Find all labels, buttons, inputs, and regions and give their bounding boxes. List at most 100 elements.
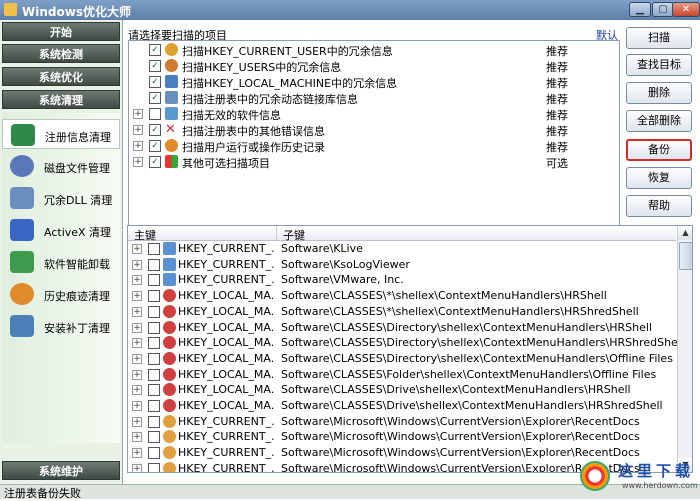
- expand-toggle[interactable]: +: [132, 338, 142, 349]
- table-row[interactable]: + HKEY_LOCAL_MA... Software\CLASSES\*\shel…: [128, 288, 676, 304]
- table-row[interactable]: + HKEY_LOCAL_MA... Software\CLASSES\Direct…: [128, 335, 684, 351]
- subnav-activex-clean[interactable]: ActiveX 清理: [2, 215, 120, 245]
- scroll-up-icon[interactable]: ▲: [678, 226, 692, 240]
- checkbox[interactable]: ✓: [149, 124, 161, 136]
- row-checkbox[interactable]: [148, 400, 160, 412]
- table-row[interactable]: + HKEY_LOCAL_MA... Software\CLASSES\Drive\…: [128, 398, 676, 414]
- scan-item[interactable]: + ✓ 扫描用户运行或操作历史记录 推荐: [129, 138, 619, 154]
- row-key: HKEY_CURRENT_...: [178, 461, 275, 473]
- checkbox[interactable]: ✓: [149, 156, 161, 168]
- checkbox[interactable]: ✓: [149, 60, 161, 72]
- backup-button[interactable]: 备份: [626, 139, 692, 161]
- scan-item[interactable]: + ✓ 其他可选扫描项目 可选: [129, 154, 619, 170]
- subnav-patch-clean[interactable]: 安装补丁清理: [2, 311, 120, 341]
- window-title: Windows优化大师: [22, 5, 131, 19]
- subnav-dll-clean[interactable]: 冗余DLL 清理: [2, 183, 120, 213]
- table-row[interactable]: + HKEY_CURRENT_... Software\VMware, Inc.: [128, 272, 676, 288]
- vertical-scrollbar[interactable]: ▲ ▼: [677, 226, 692, 472]
- scan-button[interactable]: 扫描: [626, 27, 692, 49]
- checkbox[interactable]: ✓: [149, 76, 161, 88]
- watermark-text: 这里下载: [618, 462, 695, 480]
- expand-toggle[interactable]: +: [132, 432, 142, 443]
- users-icon: [165, 59, 178, 72]
- row-subkey: Software\CLASSES\Directory\shellex\Conte…: [281, 320, 652, 334]
- scan-item[interactable]: ✓ 扫描HKEY_LOCAL_MACHINE中的冗余信息 推荐: [129, 74, 619, 90]
- minimize-button[interactable]: ▁: [629, 2, 651, 17]
- table-row[interactable]: + HKEY_LOCAL_MA... Software\CLASSES\Direct…: [128, 351, 676, 367]
- row-checkbox[interactable]: [148, 352, 160, 365]
- row-checkbox[interactable]: [148, 258, 160, 271]
- table-row[interactable]: + HKEY_CURRENT_... Software\KsoLogViewer: [128, 257, 676, 273]
- nav-system-optimize[interactable]: 系统优化: [2, 67, 120, 86]
- row-checkbox[interactable]: [148, 305, 160, 318]
- close-button[interactable]: ✕: [672, 2, 700, 17]
- row-key: HKEY_CURRENT_...: [178, 257, 275, 271]
- delete-button[interactable]: 删除: [626, 82, 692, 104]
- nav-system-clean[interactable]: 系统清理: [2, 90, 120, 109]
- column-divider[interactable]: [276, 226, 277, 240]
- help-button[interactable]: 帮助: [626, 195, 692, 217]
- row-key: HKEY_CURRENT_...: [178, 430, 275, 444]
- table-row[interactable]: + HKEY_LOCAL_MA... Software\CLASSES\Direct…: [128, 320, 676, 336]
- row-checkbox[interactable]: [148, 274, 160, 287]
- checkbox[interactable]: [149, 108, 161, 120]
- scan-item[interactable]: ✓ 扫描HKEY_CURRENT_USER中的冗余信息 推荐: [129, 42, 619, 58]
- expand-toggle[interactable]: +: [133, 157, 143, 167]
- expand-toggle[interactable]: +: [132, 385, 142, 396]
- row-checkbox[interactable]: [148, 462, 160, 472]
- row-checkbox[interactable]: [148, 290, 160, 303]
- scan-item[interactable]: ✓ 扫描HKEY_USERS中的冗余信息 推荐: [129, 58, 619, 74]
- subnav-registry-clean[interactable]: 注册信息清理: [2, 119, 120, 149]
- nav-system-maintain[interactable]: 系统维护: [2, 461, 120, 480]
- row-checkbox[interactable]: [148, 447, 160, 460]
- table-row[interactable]: + HKEY_CURRENT_... Software\Microsoft\Wind…: [128, 414, 676, 430]
- disk-icon: [10, 155, 34, 177]
- scroll-thumb[interactable]: [679, 242, 692, 270]
- scan-item[interactable]: ✓ 扫描注册表中的冗余动态链接库信息 推荐: [129, 90, 619, 106]
- row-checkbox[interactable]: [148, 431, 160, 444]
- scan-item-list: ✓ 扫描HKEY_CURRENT_USER中的冗余信息 推荐 ✓ 扫描HKEY_…: [128, 40, 620, 235]
- row-checkbox[interactable]: [148, 321, 160, 334]
- expand-toggle[interactable]: +: [132, 463, 142, 472]
- checkbox[interactable]: ✓: [149, 140, 161, 152]
- scan-item[interactable]: + 扫描无效的软件信息 推荐: [129, 106, 619, 122]
- expand-toggle[interactable]: +: [132, 322, 142, 333]
- row-key: HKEY_CURRENT_...: [178, 273, 275, 287]
- table-row[interactable]: + HKEY_CURRENT_... Software\KLive: [128, 241, 676, 257]
- checkbox[interactable]: ✓: [149, 92, 161, 104]
- table-row[interactable]: + HKEY_LOCAL_MA... Software\CLASSES\Folder…: [128, 367, 676, 383]
- row-checkbox[interactable]: [148, 415, 160, 428]
- expand-toggle[interactable]: +: [132, 259, 142, 270]
- expand-toggle[interactable]: +: [132, 353, 142, 364]
- expand-toggle[interactable]: +: [132, 275, 142, 286]
- expand-toggle[interactable]: +: [133, 125, 143, 135]
- delete-all-button[interactable]: 全部删除: [626, 110, 692, 132]
- table-row[interactable]: + HKEY_LOCAL_MA... Software\CLASSES\*\shel…: [128, 304, 676, 320]
- find-target-button[interactable]: 查找目标: [626, 54, 692, 76]
- table-row[interactable]: + HKEY_CURRENT_... Software\Microsoft\Wind…: [128, 429, 676, 445]
- row-checkbox[interactable]: [148, 368, 160, 381]
- scan-item[interactable]: + ✓ ✕ 扫描注册表中的其他错误信息 推荐: [129, 122, 619, 138]
- row-checkbox[interactable]: [148, 384, 160, 397]
- checkbox[interactable]: ✓: [149, 44, 161, 56]
- subnav-history-clean[interactable]: 历史痕迹清理: [2, 279, 120, 309]
- nav-system-detect[interactable]: 系统检测: [2, 44, 120, 63]
- subnav-smart-uninstall[interactable]: 软件智能卸载: [2, 247, 120, 277]
- expand-toggle[interactable]: +: [132, 244, 142, 254]
- expand-toggle[interactable]: +: [133, 141, 143, 151]
- row-checkbox[interactable]: [148, 243, 160, 255]
- expand-toggle[interactable]: +: [132, 369, 142, 380]
- table-row[interactable]: + HKEY_LOCAL_MA... Software\CLASSES\Drive\…: [128, 382, 676, 398]
- expand-toggle[interactable]: +: [132, 416, 142, 427]
- expand-toggle[interactable]: +: [132, 401, 142, 411]
- registry-icon: [11, 124, 35, 146]
- expand-toggle[interactable]: +: [132, 448, 142, 459]
- nav-start[interactable]: 开始: [2, 22, 120, 41]
- row-checkbox[interactable]: [148, 337, 160, 350]
- expand-toggle[interactable]: +: [133, 109, 143, 119]
- restore-button[interactable]: 恢复: [626, 167, 692, 189]
- expand-toggle[interactable]: +: [132, 291, 142, 302]
- maximize-button[interactable]: ▢: [652, 2, 674, 17]
- subnav-disk-files[interactable]: 磁盘文件管理: [2, 151, 120, 181]
- expand-toggle[interactable]: +: [132, 306, 142, 317]
